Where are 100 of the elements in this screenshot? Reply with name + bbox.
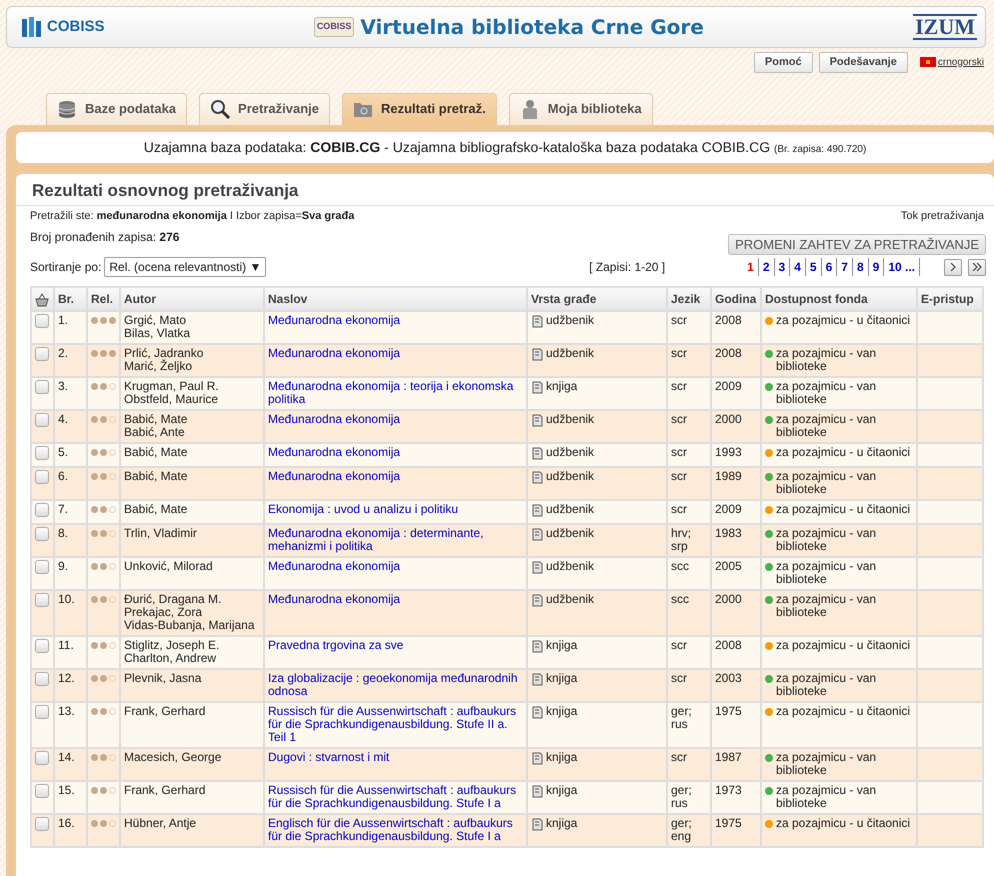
material-type: udžbenik [546, 470, 594, 484]
availability-status: za pozajmicu - u čitaonici [776, 503, 910, 516]
language-cell: scr [667, 311, 711, 344]
row-number: 14. [54, 748, 87, 781]
material-type: udžbenik [546, 314, 594, 328]
empty-relevance-dot-icon [109, 506, 116, 513]
row-checkbox[interactable] [35, 784, 49, 798]
empty-relevance-dot-icon [109, 416, 116, 423]
empty-relevance-dot-icon [109, 473, 116, 480]
availability-status: za pozajmicu - u čitaonici [776, 817, 910, 830]
row-checkbox[interactable] [35, 560, 49, 574]
relevance-dot-icon [91, 642, 98, 649]
row-checkbox[interactable] [35, 470, 49, 484]
material-type: knjiga [546, 705, 578, 719]
tab[interactable]: Pretraživanje [199, 92, 330, 124]
availability-status: za pozajmicu - u čitaonici [776, 639, 910, 652]
sort-dropdown[interactable]: Rel. (ocena relevantnosti) ▼ [104, 257, 266, 277]
page-link[interactable]: 1 [743, 258, 759, 276]
material-type: knjiga [546, 672, 578, 686]
row-checkbox[interactable] [35, 413, 49, 427]
row-checkbox[interactable] [35, 672, 49, 686]
relevance-dot-icon [91, 473, 98, 480]
column-header: Godina [711, 287, 761, 311]
relevance-dot-icon [100, 383, 107, 390]
book-icon [531, 380, 543, 394]
page-link[interactable]: 4 [790, 258, 806, 276]
author-cell: Macesich, George [120, 748, 264, 781]
tab[interactable]: Rezultati pretraž. [342, 92, 497, 124]
availability-status: za pozajmicu - van biblioteke [776, 593, 878, 619]
chevron-right-icon [950, 263, 956, 271]
next-page-button[interactable] [944, 258, 962, 276]
book-icon [531, 672, 543, 686]
database-description: Uzajamna baza podataka: COBIB.CG - Uzajamna bibliografsko-kataloška baza podataka COBIB.CG [144, 138, 770, 154]
page-link[interactable]: 6 [822, 258, 838, 276]
book-icon [531, 593, 543, 607]
row-checkbox[interactable] [35, 380, 49, 394]
row-number: 16. [54, 814, 87, 847]
year-cell: 2008 [711, 344, 761, 377]
column-header: Vrsta građe [527, 287, 667, 311]
row-checkbox[interactable] [35, 817, 49, 831]
column-header: Br. [54, 287, 87, 311]
material-type: udžbenik [546, 446, 594, 460]
material-type: knjiga [546, 784, 578, 798]
language-cell: scr [667, 467, 711, 500]
relevance-dot-icon [91, 596, 98, 603]
tab[interactable]: Moja biblioteka [508, 92, 653, 124]
row-number: 11. [54, 636, 87, 669]
material-type: udžbenik [546, 593, 594, 607]
page-link[interactable]: 8 [852, 258, 869, 276]
page-link[interactable]: 3 [774, 258, 790, 276]
year-cell: 1987 [711, 748, 761, 781]
row-checkbox[interactable] [35, 314, 49, 328]
year-cell: 2008 [711, 636, 761, 669]
results-heading: Rezultati osnovnog pretraživanja [16, 174, 994, 206]
page-link[interactable]: 7 [837, 258, 853, 276]
toolbar-button[interactable]: Pomoć [754, 52, 813, 72]
double-chevron-right-icon [972, 263, 982, 271]
page-link[interactable]: 5 [806, 258, 822, 276]
availability-status: za pozajmicu - u čitaonici [776, 314, 910, 327]
row-checkbox[interactable] [35, 446, 49, 460]
relevance-dot-icon [91, 675, 98, 682]
row-checkbox[interactable] [35, 503, 49, 517]
column-header: E-pristup [917, 287, 983, 311]
availability-status: za pozajmicu - van biblioteke [776, 413, 878, 439]
page-link[interactable]: 10 ... [884, 258, 920, 276]
row-checkbox[interactable] [35, 347, 49, 361]
row-checkbox[interactable] [35, 751, 49, 765]
row-number: 12. [54, 669, 87, 702]
availability-status: za pozajmicu - van biblioteke [776, 784, 878, 810]
material-type: knjiga [546, 751, 578, 765]
row-number: 9. [54, 557, 87, 590]
language-label: crnogorski [938, 56, 984, 70]
page-link[interactable]: 9 [868, 258, 884, 276]
author-cell: Babić, Mate [120, 467, 264, 500]
last-page-button[interactable] [968, 258, 986, 276]
row-checkbox[interactable] [35, 705, 49, 719]
relevance-dot-icon [100, 563, 107, 570]
row-checkbox[interactable] [35, 639, 49, 653]
book-icon [531, 314, 543, 328]
author-cell: Trlin, Vladimir [120, 524, 264, 557]
column-header: Autor [120, 287, 264, 311]
modify-search-button[interactable]: PROMENI ZAHTEV ZA PRETRAŽIVANJE [728, 234, 986, 255]
language-link[interactable]: crnogorski [920, 54, 984, 70]
language-cell: ger; rus [667, 781, 711, 814]
year-cell: 2008 [711, 311, 761, 344]
toolbar-button[interactable]: Podešavanje [818, 52, 908, 72]
relevance-dot-icon [91, 449, 98, 456]
row-checkbox[interactable] [35, 593, 49, 607]
history-link[interactable]: Tok pretraživanja [900, 208, 984, 224]
row-checkbox[interactable] [35, 527, 49, 541]
relevance-dot-icon [109, 317, 116, 324]
language-cell: scr [667, 748, 711, 781]
empty-relevance-dot-icon [109, 642, 116, 649]
tab[interactable]: Baze podataka [46, 92, 188, 124]
page-link[interactable]: 2 [758, 258, 774, 276]
year-cell: 2009 [711, 377, 761, 410]
record-range: [ Zapisi: 1-20 ] [589, 259, 666, 276]
column-header: Dostupnost fonda [761, 287, 917, 311]
books-logo-icon [21, 15, 43, 39]
author-cell: Babić, Mate [120, 500, 264, 524]
